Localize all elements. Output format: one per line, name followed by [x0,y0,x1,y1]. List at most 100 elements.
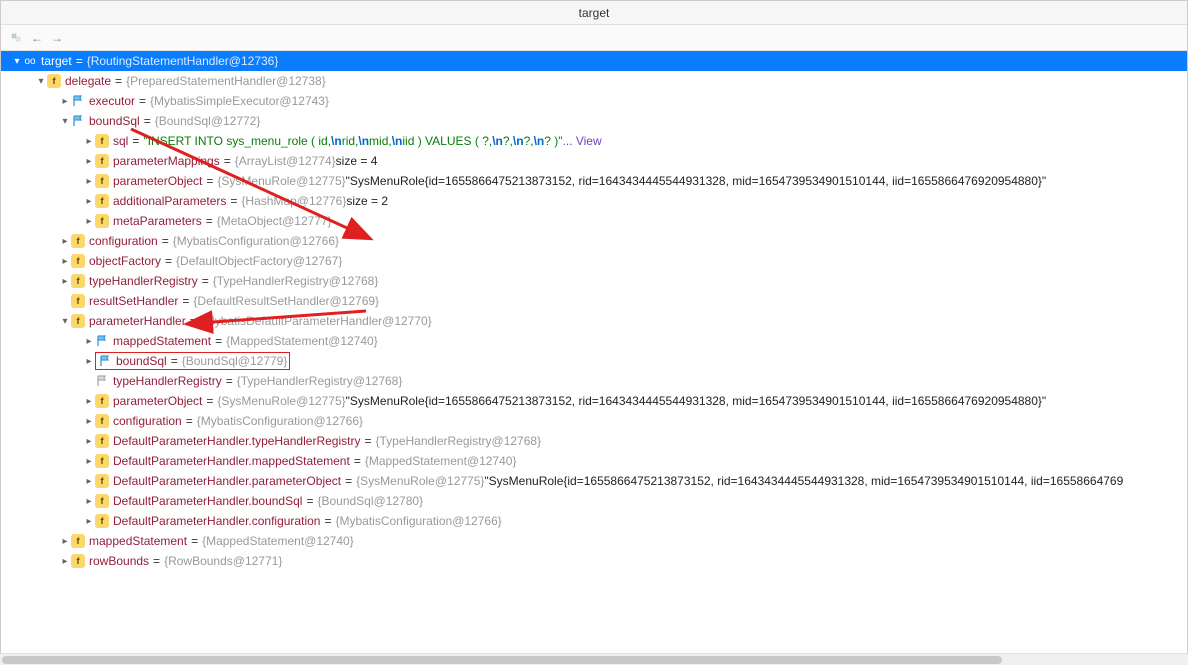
expand-arrow-icon[interactable]: ▸ [83,156,95,167]
tree-row[interactable]: ▸fobjectFactory = {DefaultObjectFactory@… [1,251,1187,271]
field-value: {SysMenuRole@12775} [217,174,345,188]
tree-row[interactable]: ▾ootarget = {RoutingStatementHandler@127… [1,51,1187,71]
field-icon: f [95,194,109,208]
expand-arrow-icon[interactable]: ▸ [83,136,95,147]
tree-row[interactable]: ▾boundSql = {BoundSql@12772} [1,111,1187,131]
tree-row[interactable]: ▸fparameterObject = {SysMenuRole@12775} … [1,391,1187,411]
field-name: DefaultParameterHandler.parameterObject [113,474,341,488]
tree-row[interactable]: ▸boundSql = {BoundSql@12779} [1,351,1187,371]
tree-row[interactable]: fresultSetHandler = {DefaultResultSetHan… [1,291,1187,311]
tree-row[interactable]: ▸mappedStatement = {MappedStatement@1274… [1,331,1187,351]
field-name: DefaultParameterHandler.mappedStatement [113,454,350,468]
variable-tree[interactable]: ▾ootarget = {RoutingStatementHandler@127… [1,51,1187,664]
tree-row[interactable]: ▸ftypeHandlerRegistry = {TypeHandlerRegi… [1,271,1187,291]
tree-row[interactable]: ▸fmappedStatement = {MappedStatement@127… [1,531,1187,551]
expand-arrow-icon[interactable]: ▸ [83,456,95,467]
field-value: {ArrayList@12774} [235,154,336,168]
tree-row[interactable]: ▸fparameterMappings = {ArrayList@12774} … [1,151,1187,171]
field-name: DefaultParameterHandler.typeHandlerRegis… [113,434,360,448]
tree-row[interactable]: ▸fsql = "INSERT INTO sys_menu_role ( id,… [1,131,1187,151]
expand-arrow-icon[interactable]: ▸ [83,516,95,527]
field-name: parameterObject [113,174,202,188]
expand-arrow-icon[interactable]: ▾ [59,316,71,327]
field-name: typeHandlerRegistry [113,374,222,388]
tree-row[interactable]: ▸fDefaultParameterHandler.typeHandlerReg… [1,431,1187,451]
title-bar: target [1,1,1187,25]
expand-arrow-icon[interactable]: ▸ [83,416,95,427]
tree-row[interactable]: ▸fmetaParameters = {MetaObject@12777} [1,211,1187,231]
tree-row[interactable]: ▸fadditionalParameters = {HashMap@12776}… [1,191,1187,211]
field-value: {MybatisSimpleExecutor@12743} [150,94,329,108]
expand-arrow-icon[interactable]: ▸ [83,496,95,507]
field-value: {RoutingStatementHandler@12736} [87,54,279,68]
expand-arrow-icon[interactable]: ▾ [35,76,47,87]
forward-arrow-icon[interactable]: → [49,30,65,46]
field-name: mappedStatement [113,334,211,348]
flag-icon [95,334,109,348]
field-name: target [41,54,72,68]
tree-row[interactable]: ▸fDefaultParameterHandler.boundSql = {Bo… [1,491,1187,511]
expand-arrow-icon[interactable]: ▸ [83,336,95,347]
tree-row[interactable]: typeHandlerRegistry = {TypeHandlerRegist… [1,371,1187,391]
scrollbar-thumb[interactable] [2,656,1002,664]
tree-row[interactable]: ▸fDefaultParameterHandler.mappedStatemen… [1,451,1187,471]
field-name: mappedStatement [89,534,187,548]
field-icon: f [95,174,109,188]
flag-icon [71,94,85,108]
tree-row[interactable]: ▸fconfiguration = {MybatisConfiguration@… [1,411,1187,431]
expand-arrow-icon[interactable]: ▸ [59,256,71,267]
field-icon: f [71,554,85,568]
field-name: boundSql [89,114,140,128]
expand-arrow-icon[interactable]: ▸ [59,276,71,287]
expand-arrow-icon[interactable]: ▸ [83,176,95,187]
expand-arrow-icon[interactable]: ▸ [59,96,71,107]
field-value: {TypeHandlerRegistry@12768} [213,274,379,288]
field-icon: f [95,134,109,148]
expand-arrow-icon[interactable]: ▸ [83,216,95,227]
toolbar: ← → [1,25,1187,51]
field-value: {HashMap@12776} [241,194,346,208]
expand-arrow-icon[interactable]: ▸ [83,436,95,447]
field-value: {MybatisConfiguration@12766} [173,234,339,248]
tree-row[interactable]: ▸fparameterObject = {SysMenuRole@12775} … [1,171,1187,191]
expand-arrow-icon[interactable]: ▸ [83,356,95,367]
field-icon: f [71,234,85,248]
expand-arrow-icon[interactable]: ▾ [11,56,23,67]
flag-icon [98,354,112,368]
expand-arrow-icon[interactable]: ▸ [83,396,95,407]
field-icon: f [47,74,61,88]
field-name: boundSql [116,354,167,368]
field-value: {BoundSql@12779} [182,354,288,368]
tree-row[interactable]: ▸executor = {MybatisSimpleExecutor@12743… [1,91,1187,111]
expand-arrow-icon[interactable]: ▸ [83,196,95,207]
tree-row[interactable]: ▸f DefaultParameterHandler.parameterObjec… [1,471,1187,491]
field-value: {MybatisConfiguration@12766} [197,414,363,428]
expand-arrow-icon[interactable]: ▸ [83,476,95,487]
tree-row[interactable]: ▸fconfiguration = {MybatisConfiguration@… [1,231,1187,251]
field-name: rowBounds [89,554,149,568]
expand-arrow-icon[interactable]: ▾ [59,116,71,127]
tree-row[interactable]: ▸frowBounds = {RowBounds@12771} [1,551,1187,571]
field-suffix: size = 4 [336,154,378,168]
expand-arrow-icon[interactable]: ▸ [59,556,71,567]
field-value: {DefaultResultSetHandler@12769} [193,294,379,308]
field-name: configuration [89,234,158,248]
field-value: {BoundSql@12772} [155,114,261,128]
back-arrow-icon[interactable]: ← [29,30,45,46]
tree-row[interactable]: ▾fdelegate = {PreparedStatementHandler@1… [1,71,1187,91]
field-icon: f [95,474,109,488]
new-watch-icon[interactable] [9,30,25,46]
expand-arrow-icon[interactable]: ▸ [59,236,71,247]
tree-row[interactable]: ▸fDefaultParameterHandler.configuration … [1,511,1187,531]
view-link[interactable]: ... View [563,134,602,148]
expand-arrow-icon[interactable]: ▸ [59,536,71,547]
flag-icon [95,374,109,388]
field-value: {MappedStatement@12740} [365,454,517,468]
highlighted-field: boundSql = {BoundSql@12779} [95,352,290,370]
field-icon: f [95,214,109,228]
horizontal-scrollbar[interactable] [0,653,1188,665]
field-name: parameterMappings [113,154,220,168]
tree-row[interactable]: ▾fparameterHandler = {MybatisDefaultPara… [1,311,1187,331]
field-value: {SysMenuRole@12775} [356,474,484,488]
field-name: objectFactory [89,254,161,268]
